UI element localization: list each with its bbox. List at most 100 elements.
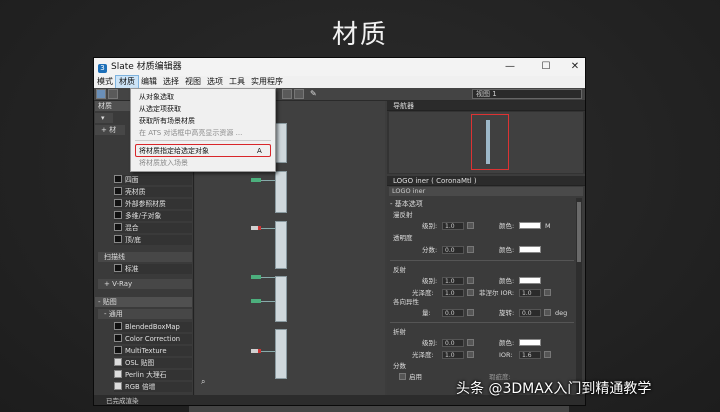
material-node[interactable] [275, 276, 287, 322]
fresnel-map-button[interactable] [544, 289, 551, 296]
material-item[interactable]: 四面 [114, 175, 192, 185]
menu-item-assign-to-selection[interactable]: 将材质指定给选定对象 [139, 146, 209, 156]
map-item[interactable]: BlendedBoxMap [114, 322, 192, 332]
translucency-fraction-input[interactable]: 0.0 [442, 246, 464, 254]
map-swatch-icon [114, 346, 122, 354]
reflection-map-button[interactable] [467, 277, 474, 284]
menu-item-highlight-ats[interactable]: 在 ATS 对话框中高亮显示资源 ... [139, 128, 242, 138]
diffuse-level-input[interactable]: 1.0 [442, 222, 464, 230]
reflection-gloss-input[interactable]: 1.0 [442, 289, 464, 297]
refraction-gloss-map-button[interactable] [467, 351, 474, 358]
basic-options-section[interactable]: - 基本选项 [390, 200, 574, 209]
diffuse-color-swatch[interactable] [519, 222, 541, 229]
menu-tools[interactable]: 工具 [226, 76, 248, 88]
browser-search-icon[interactable]: ▾ [95, 113, 113, 123]
binoculars-icon[interactable]: ⌕ [201, 377, 205, 387]
map-node[interactable] [251, 226, 261, 230]
diffuse-map-button[interactable] [467, 222, 474, 229]
minimize-button[interactable]: — [499, 58, 521, 76]
reflection-level-input[interactable]: 1.0 [442, 277, 464, 285]
material-item[interactable]: 壳材质 [114, 187, 192, 197]
refraction-map-button[interactable] [467, 339, 474, 346]
anisotropy-amount-input[interactable]: 0.0 [442, 309, 464, 317]
anisotropy-map-button[interactable] [467, 309, 474, 316]
material-node[interactable] [275, 329, 287, 379]
map-item[interactable]: OSL 贴图 [114, 358, 192, 368]
maximize-button[interactable]: ☐ [535, 58, 557, 76]
map-node[interactable] [251, 178, 261, 182]
translucency-map-button[interactable] [467, 246, 474, 253]
material-name-field[interactable]: LOGO iner [389, 187, 583, 196]
refraction-label: 折射 [393, 328, 406, 336]
navigator-node-preview [486, 120, 490, 164]
material-item[interactable]: 多维/子对象 [114, 211, 192, 221]
translucency-color-swatch[interactable] [519, 246, 541, 253]
navigator-view[interactable] [389, 112, 583, 173]
refraction-color-swatch[interactable] [519, 339, 541, 346]
watermark: 头条 @3DMAX入门到精通教学 [456, 381, 652, 397]
map-item[interactable]: Color Correction [114, 334, 192, 344]
refraction-level-input[interactable]: 0.0 [442, 339, 464, 347]
view-select[interactable]: 视图 1 [472, 89, 582, 99]
ior-input[interactable]: 1.6 [519, 351, 541, 359]
map-node[interactable] [251, 349, 261, 353]
rotation-unit: deg [555, 309, 568, 317]
material-menu-dropdown: 从对象选取 从选定项获取 获取所有场景材质 在 ATS 对话框中高亮显示资源 .… [130, 88, 276, 172]
fresnel-ior-input[interactable]: 1.0 [519, 289, 541, 297]
dock-bar [189, 406, 569, 412]
map-item[interactable]: Perlin 大理石 [114, 370, 192, 380]
material-node[interactable] [275, 123, 287, 163]
menubar: 模式 材质 编辑 选择 视图 选项 工具 实用程序 [94, 75, 585, 89]
maps-header[interactable]: - 贴图 [95, 297, 192, 307]
menu-edit[interactable]: 编辑 [138, 76, 160, 88]
navigator-viewport-rect[interactable] [471, 114, 509, 170]
zoom-extents-icon[interactable] [294, 89, 304, 99]
material-scrollbar[interactable] [576, 198, 582, 394]
reflection-color-swatch[interactable] [519, 277, 541, 284]
map-node[interactable] [251, 299, 261, 303]
menu-material[interactable]: 材质 [115, 75, 139, 89]
pan-tool-icon[interactable] [108, 89, 118, 99]
slide: 材质 3 Slate 材质编辑器 — ☐ ✕ 模式 材质 编辑 选择 视图 选项 工具 实用程序… [0, 0, 720, 412]
anisotropy-rotation-input[interactable]: 0.0 [519, 309, 541, 317]
refraction-gloss-input[interactable]: 1.0 [442, 351, 464, 359]
translucency-color-label: 颜色: [499, 246, 515, 254]
map-node[interactable] [251, 275, 261, 279]
refraction-fraction-label: 分数 [393, 362, 406, 370]
diffuse-map-m[interactable]: M [545, 222, 551, 230]
material-item[interactable]: 标准 [114, 264, 192, 274]
material-node[interactable] [275, 171, 287, 213]
reflection-label: 反射 [393, 266, 406, 274]
vray-group[interactable]: + V-Ray [98, 279, 192, 289]
menu-item-pick-from-object[interactable]: 从对象选取 [139, 92, 174, 102]
select-tool-icon[interactable] [96, 89, 106, 99]
map-item[interactable]: MultiTexture [114, 346, 192, 356]
menu-select[interactable]: 选择 [160, 76, 182, 88]
scroll-thumb[interactable] [577, 202, 581, 262]
materials-group[interactable]: + 材 [95, 125, 125, 135]
map-item[interactable]: RGB 倍增 [114, 382, 192, 392]
scanline-group[interactable]: 扫描线 [98, 252, 192, 262]
material-item[interactable]: 顶/底 [114, 235, 192, 245]
pick-icon[interactable]: ✎ [310, 89, 320, 99]
ior-map-button[interactable] [544, 351, 551, 358]
menu-item-get-from-selected[interactable]: 从选定项获取 [139, 104, 181, 114]
menu-utilities[interactable]: 实用程序 [248, 76, 286, 88]
close-button[interactable]: ✕ [564, 58, 585, 76]
layout-icon[interactable] [282, 89, 292, 99]
menu-mode[interactable]: 模式 [94, 76, 116, 88]
general-group[interactable]: - 通用 [98, 309, 192, 319]
menu-options[interactable]: 选项 [204, 76, 226, 88]
anisotropy-amount-label: 量: [422, 309, 431, 317]
rotation-map-button[interactable] [544, 309, 551, 316]
menu-view[interactable]: 视图 [182, 76, 204, 88]
menu-item-get-all-scene-materials[interactable]: 获取所有场景材质 [139, 116, 195, 126]
menu-item-put-to-scene[interactable]: 将材质放入场景 [139, 158, 188, 168]
reflection-gloss-map-button[interactable] [467, 289, 474, 296]
material-item[interactable]: 外部参照材质 [114, 199, 192, 209]
enable-label: 启用 [409, 373, 422, 381]
material-item[interactable]: 混合 [114, 223, 192, 233]
material-node[interactable] [275, 221, 287, 269]
node-wire [259, 351, 275, 352]
enable-checkbox[interactable] [399, 373, 406, 380]
